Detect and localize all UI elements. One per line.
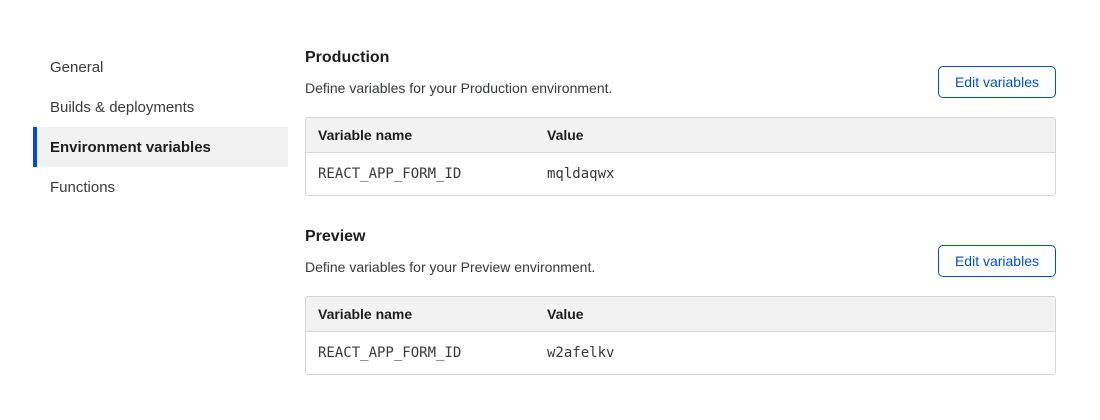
table-header-row: Variable name Value bbox=[306, 118, 1055, 153]
preview-header-text: Preview Define variables for your Previe… bbox=[305, 226, 595, 277]
variable-name-cell: REACT_APP_FORM_ID bbox=[306, 153, 535, 196]
production-header-text: Production Define variables for your Pro… bbox=[305, 47, 612, 98]
production-section-header: Production Define variables for your Pro… bbox=[305, 47, 1056, 98]
preview-variables-table: Variable name Value REACT_APP_FORM_ID w2… bbox=[305, 296, 1056, 375]
sidebar-item-label: Environment variables bbox=[50, 139, 211, 156]
column-header-variable-name: Variable name bbox=[306, 118, 535, 153]
sidebar-item-environment-variables[interactable]: Environment variables bbox=[33, 127, 288, 167]
column-header-variable-name: Variable name bbox=[306, 297, 535, 332]
edit-variables-button-preview[interactable]: Edit variables bbox=[938, 245, 1056, 277]
production-description: Define variables for your Production env… bbox=[305, 78, 612, 98]
settings-page: General Builds & deployments Environment… bbox=[0, 0, 1100, 375]
column-header-value: Value bbox=[535, 297, 1055, 332]
production-variables-table: Variable name Value REACT_APP_FORM_ID mq… bbox=[305, 117, 1056, 196]
table-header-row: Variable name Value bbox=[306, 297, 1055, 332]
variable-value-cell: w2afelkv bbox=[535, 332, 1055, 375]
table-row: REACT_APP_FORM_ID mqldaqwx bbox=[306, 153, 1055, 196]
variable-value-cell: mqldaqwx bbox=[535, 153, 1055, 196]
sidebar-item-builds-deployments[interactable]: Builds & deployments bbox=[33, 87, 288, 127]
sidebar-item-functions[interactable]: Functions bbox=[33, 167, 288, 207]
preview-description: Define variables for your Preview enviro… bbox=[305, 257, 595, 277]
edit-variables-button-production[interactable]: Edit variables bbox=[938, 66, 1056, 98]
column-header-value: Value bbox=[535, 118, 1055, 153]
sidebar-item-general[interactable]: General bbox=[33, 47, 288, 87]
preview-title: Preview bbox=[305, 226, 595, 248]
preview-section-header: Preview Define variables for your Previe… bbox=[305, 226, 1056, 277]
environment-variables-content: Production Define variables for your Pro… bbox=[305, 47, 1056, 375]
sidebar-item-label: General bbox=[50, 59, 103, 76]
production-section: Production Define variables for your Pro… bbox=[305, 47, 1056, 196]
settings-sidebar: General Builds & deployments Environment… bbox=[33, 47, 288, 375]
sidebar-item-label: Builds & deployments bbox=[50, 99, 194, 116]
table-row: REACT_APP_FORM_ID w2afelkv bbox=[306, 332, 1055, 375]
preview-section: Preview Define variables for your Previe… bbox=[305, 226, 1056, 375]
production-title: Production bbox=[305, 47, 612, 69]
variable-name-cell: REACT_APP_FORM_ID bbox=[306, 332, 535, 375]
sidebar-item-label: Functions bbox=[50, 179, 115, 196]
